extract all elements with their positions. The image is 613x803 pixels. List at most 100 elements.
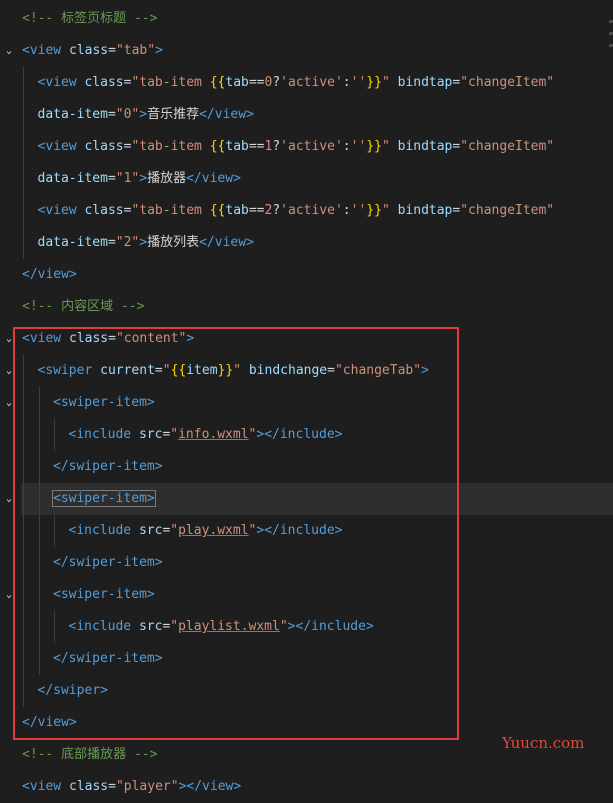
code-line[interactable]: data-item="2">播放列表</view>: [0, 227, 613, 259]
code-token: <include: [68, 427, 139, 442]
fold-chevron-icon[interactable]: ⌄: [3, 323, 15, 355]
code-line[interactable]: </view>: [0, 259, 613, 291]
code-line[interactable]: <view class="player"></view>: [0, 771, 613, 803]
code-line[interactable]: <view class="tab-item {{tab==1?'active':…: [0, 131, 613, 163]
code-token: =: [107, 235, 116, 250]
code-token: ": [170, 619, 179, 634]
code-token: <include: [68, 619, 139, 634]
code-line[interactable]: <view class="tab-item {{tab==0?'active':…: [0, 67, 613, 99]
code-token: >: [421, 363, 429, 378]
code-token: </view>: [186, 171, 241, 186]
code-token: ": [381, 75, 390, 90]
code-token: <view: [22, 43, 69, 58]
code-line[interactable]: <include src="playlist.wxml"></include>: [0, 611, 613, 643]
code-token: <include: [68, 523, 139, 538]
indent-guide: [23, 355, 24, 387]
indent-guide: [38, 611, 40, 643]
indent-guide: [23, 451, 24, 483]
code-line[interactable]: </swiper-item>: [0, 643, 613, 675]
code-token: <swiper: [37, 363, 101, 378]
indent-guide: [23, 131, 24, 163]
indent-guide: [23, 67, 24, 99]
code-token: >: [139, 235, 148, 250]
code-token: <view: [37, 203, 85, 218]
indent-guide: [38, 387, 40, 419]
indent-guide: [23, 99, 24, 131]
indent-guide: [23, 643, 24, 675]
indent-guide: [23, 515, 24, 547]
code-line[interactable]: </swiper>: [0, 675, 613, 707]
code-line[interactable]: ⌄ <swiper-item>: [0, 579, 613, 611]
code-token: "changeItem": [460, 203, 555, 218]
code-token: </view>: [199, 235, 254, 250]
code-line[interactable]: data-item="1">播放器</view>: [0, 163, 613, 195]
indent-guide: [23, 419, 24, 451]
code-line[interactable]: <view class="tab-item {{tab==2?'active':…: [0, 195, 613, 227]
code-token: class: [84, 139, 124, 154]
code-token: class: [68, 43, 109, 58]
code-token: "tab": [115, 43, 156, 58]
fold-chevron-icon[interactable]: ⌄: [3, 387, 15, 419]
code-token: <view: [22, 779, 69, 794]
code-token: bindchange: [248, 363, 328, 378]
indent-guide: [23, 387, 24, 419]
code-line[interactable]: ⌄ <swiper-item>: [0, 387, 613, 419]
code-token: "tab-item: [131, 75, 210, 90]
code-token: </swiper-item>: [53, 459, 163, 474]
code-token: >: [139, 107, 148, 122]
code-line[interactable]: <include src="info.wxml"></include>: [0, 419, 613, 451]
code-line[interactable]: </swiper-item>: [0, 451, 613, 483]
fold-chevron-icon[interactable]: ⌄: [3, 483, 15, 515]
code-token: {{: [209, 203, 226, 218]
code-line[interactable]: ⌄ <swiper-item>: [0, 483, 613, 515]
code-line[interactable]: ⌄ <view class="tab">: [0, 35, 613, 67]
code-token: tab: [225, 75, 249, 90]
code-token: ": [279, 619, 288, 634]
code-token: '': [350, 203, 367, 218]
code-token: "content": [115, 331, 187, 346]
code-line[interactable]: ⌄ <swiper current="{{item}}" bindchange="…: [0, 355, 613, 387]
code-token: ></view>: [178, 779, 242, 794]
code-token: 播放列表: [147, 235, 200, 250]
code-token: ==: [248, 203, 265, 218]
code-token: ?: [272, 75, 281, 90]
code-line[interactable]: ⌄ <view class="content">: [0, 323, 613, 355]
indent-guide: [23, 675, 24, 707]
code-line[interactable]: data-item="0">音乐推荐</view>: [0, 99, 613, 131]
fold-chevron-icon[interactable]: ⌄: [3, 35, 15, 67]
code-token: 'active': [280, 203, 343, 218]
code-token: data-item: [37, 235, 108, 250]
code-token: class: [84, 75, 124, 90]
code-token: =: [107, 171, 116, 186]
indent-guide: [23, 163, 24, 195]
code-editor[interactable]: <!-- 标签页标题 --> ⌄ <view class="tab"> <view c…: [0, 0, 613, 799]
code-token: tab: [225, 139, 249, 154]
code-token: </view>: [199, 107, 254, 122]
code-token: ?: [272, 139, 281, 154]
scrollbar-markers[interactable]: [607, 0, 613, 60]
code-token: "changeTab": [334, 363, 422, 378]
code-token: }}: [217, 363, 234, 378]
fold-chevron-icon[interactable]: ⌄: [3, 579, 15, 611]
code-token: >: [155, 43, 163, 58]
code-token: ": [170, 427, 179, 442]
code-token: '': [350, 75, 367, 90]
code-line[interactable]: <!-- 标签页标题 -->: [0, 3, 613, 35]
code-line[interactable]: <!-- 内容区域 -->: [0, 291, 613, 323]
indent-guide: [23, 611, 24, 643]
code-token: class: [84, 203, 124, 218]
indent-guide: [38, 483, 40, 515]
code-token: </swiper>: [37, 683, 108, 698]
code-token: ": [233, 363, 242, 378]
fold-chevron-icon[interactable]: ⌄: [3, 355, 15, 387]
code-token: ?: [272, 203, 281, 218]
code-line[interactable]: </swiper-item>: [0, 547, 613, 579]
code-token: data-item: [37, 171, 108, 186]
indent-guide: [23, 195, 24, 227]
code-token: </view>: [22, 715, 77, 730]
code-token: <view: [37, 75, 85, 90]
code-line[interactable]: <include src="play.wxml"></include>: [0, 515, 613, 547]
